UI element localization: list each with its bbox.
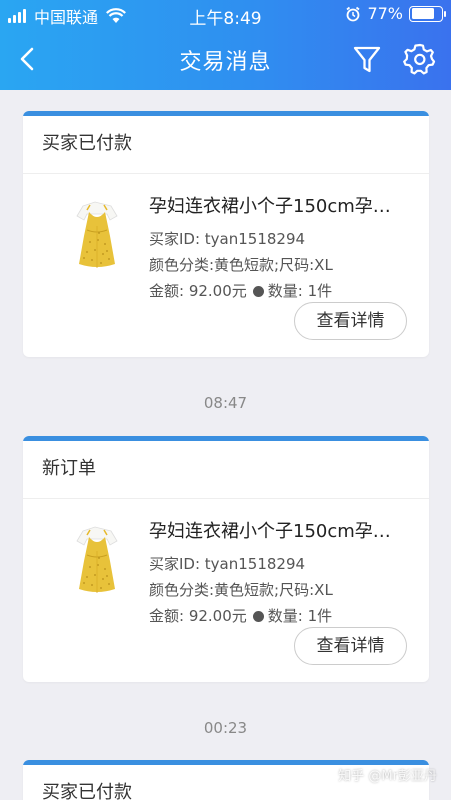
battery-icon — [409, 5, 446, 22]
gear-icon[interactable] — [403, 42, 437, 76]
watermark: 知乎 @Mr彭亚丹 — [338, 769, 437, 784]
card-header: 买家已付款 — [23, 116, 429, 174]
card-body[interactable]: 孕妇连衣裙小个子150cm孕… 买家ID: tyan1518294 颜色分类:黄… — [23, 499, 429, 682]
message-timestamp: 08:47 — [203, 394, 248, 412]
app-header: 中国联通 上午8:49 77% 交易消息 — [0, 0, 451, 90]
separator-dot-icon — [252, 286, 264, 297]
view-details-button[interactable]: 查看详情 — [294, 627, 407, 665]
alarm-icon — [346, 6, 360, 21]
order-summary: 金额: 92.00元 数量: 1件 — [149, 605, 332, 626]
product-thumbnail[interactable] — [57, 521, 137, 601]
card-body[interactable]: 孕妇连衣裙小个子150cm孕… 买家ID: tyan1518294 颜色分类:黄… — [23, 174, 429, 357]
battery-percent: 77% — [367, 4, 403, 23]
product-thumbnail[interactable] — [57, 196, 137, 276]
order-amount: 金额: 92.00元 — [149, 607, 247, 625]
message-timestamp: 00:23 — [203, 719, 248, 737]
separator-dot-icon — [252, 611, 264, 622]
message-feed[interactable]: 买家已付款 孕妇连衣裙小个子150cm孕… 买家ID: tyan1518294 … — [0, 90, 451, 800]
product-title[interactable]: 孕妇连衣裙小个子150cm孕… — [149, 517, 419, 543]
order-quantity: 数量: 1件 — [267, 282, 333, 300]
message-card: 买家已付款 孕妇连衣裙小个子150cm孕… 买家ID: tyan1518294 … — [23, 111, 429, 357]
card-header: 新订单 — [23, 441, 429, 499]
product-variant: 颜色分类:黄色短款;尺码:XL — [149, 256, 333, 274]
order-amount: 金额: 92.00元 — [149, 282, 247, 300]
product-title[interactable]: 孕妇连衣裙小个子150cm孕… — [149, 192, 419, 218]
filter-icon[interactable] — [351, 42, 383, 76]
buyer-id: 买家ID: tyan1518294 — [149, 555, 306, 573]
status-right: 77% — [345, 4, 446, 23]
view-details-button[interactable]: 查看详情 — [294, 302, 407, 340]
status-bar: 中国联通 上午8:49 77% — [0, 0, 451, 30]
message-card: 新订单 孕妇连衣裙小个子150cm孕… 买家ID: tyan1518294 颜色… — [23, 436, 429, 682]
nav-bar: 交易消息 — [0, 30, 451, 90]
order-summary: 金额: 92.00元 数量: 1件 — [149, 280, 332, 301]
buyer-id: 买家ID: tyan1518294 — [149, 230, 306, 248]
product-variant: 颜色分类:黄色短款;尺码:XL — [149, 581, 333, 599]
order-quantity: 数量: 1件 — [267, 607, 333, 625]
battery-level — [411, 8, 434, 19]
page-title: 交易消息 — [179, 50, 272, 75]
